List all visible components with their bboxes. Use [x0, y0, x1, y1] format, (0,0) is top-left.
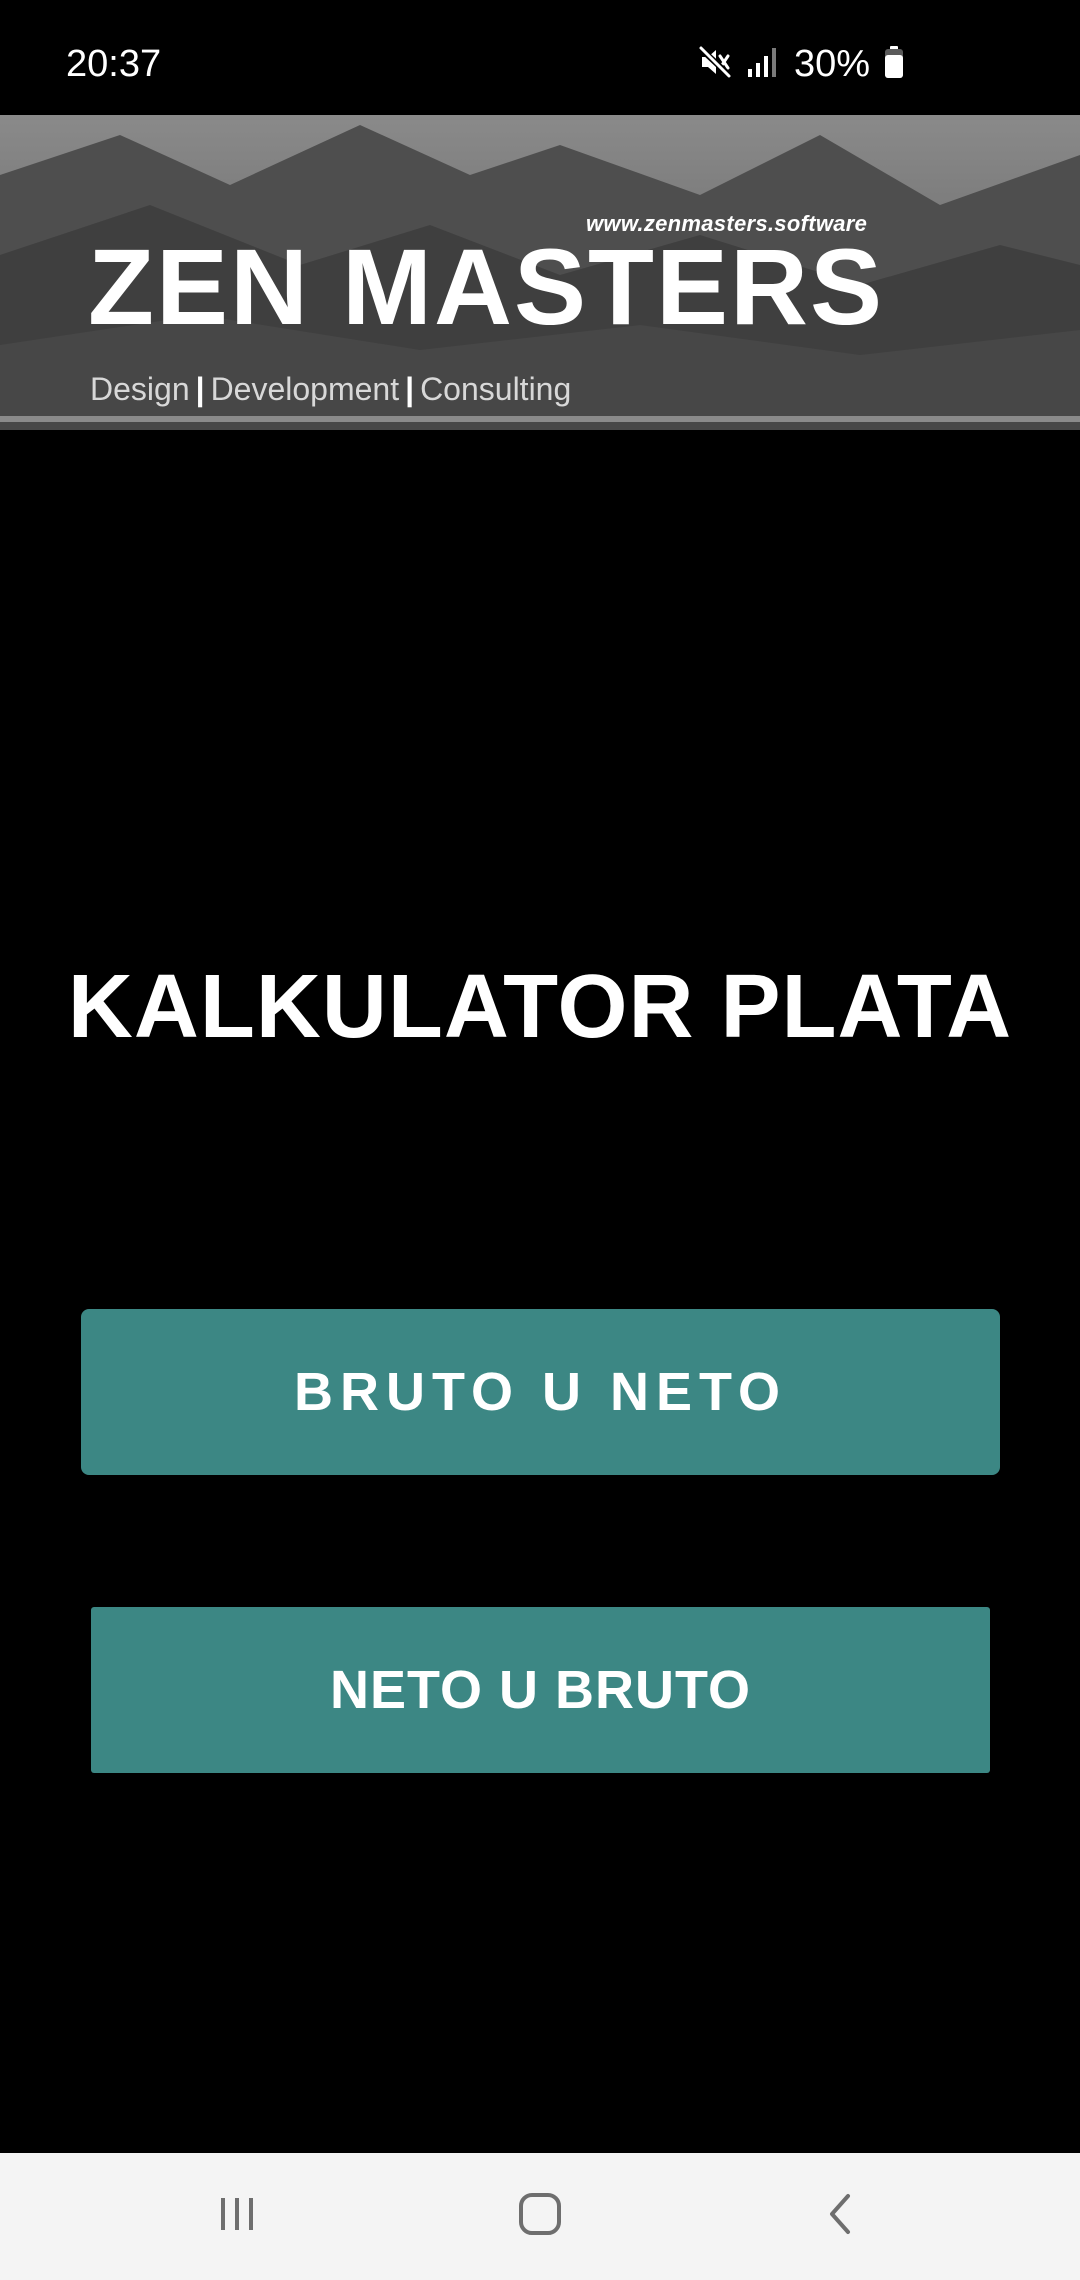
banner-tagline: Design | Development | Consulting — [90, 369, 571, 409]
banner-logo-title: ZEN MASTERS — [88, 226, 885, 347]
bruto-u-neto-button[interactable]: BRUTO U NETO — [81, 1309, 1000, 1475]
home-button[interactable] — [460, 2153, 620, 2280]
mute-icon — [697, 45, 732, 84]
tagline-separator: | — [405, 371, 415, 407]
tagline-development: Development — [210, 371, 400, 407]
battery-icon — [884, 45, 904, 84]
zen-masters-banner: www.zenmasters.software ZEN MASTERS Desi… — [0, 115, 1080, 430]
battery-percent: 30% — [793, 43, 870, 85]
page-title: KALKULATOR PLATA — [67, 957, 1013, 1057]
home-icon — [516, 2190, 564, 2243]
back-icon — [820, 2192, 864, 2241]
tagline-design: Design — [90, 371, 190, 407]
banner-divider — [0, 416, 1080, 422]
status-icons: 30% — [697, 42, 904, 86]
status-bar: 20:37 30% — [0, 0, 1080, 115]
tagline-consulting: Consulting — [420, 371, 572, 407]
recents-icon — [215, 2192, 259, 2241]
status-time: 20:37 — [66, 43, 162, 85]
back-button[interactable] — [762, 2153, 922, 2280]
app-screen: 20:37 30% www.zenmasters.software ZEN MA… — [0, 0, 1080, 2280]
tagline-separator: | — [195, 371, 205, 407]
recents-button[interactable] — [157, 2153, 317, 2280]
navigation-bar — [0, 2153, 1080, 2280]
signal-icon — [746, 45, 780, 84]
neto-u-bruto-button[interactable]: NETO U BRUTO — [91, 1607, 990, 1773]
